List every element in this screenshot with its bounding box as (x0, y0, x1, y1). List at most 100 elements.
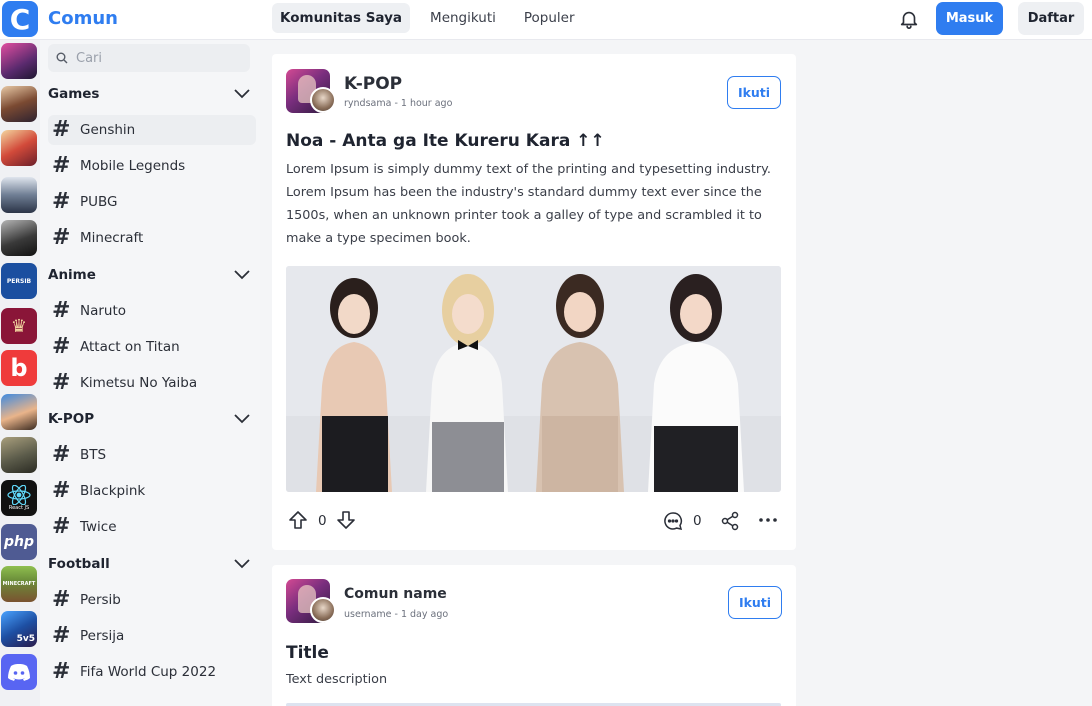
sidebar-item-label: Persib (80, 592, 121, 608)
comment-count: 0 (693, 513, 702, 529)
post-actions: 0 0 (286, 508, 782, 534)
sidebar-item-label: Genshin (80, 122, 136, 138)
sidebar-item-label: Minecraft (80, 230, 144, 246)
b-logo[interactable]: b (1, 350, 37, 386)
community-avatar-10[interactable] (1, 437, 37, 473)
react-logo[interactable]: React JS (1, 480, 37, 516)
sidebar-item-minecraft[interactable]: # Minecraft (48, 223, 256, 253)
comment-icon[interactable] (663, 511, 683, 531)
tab-komunitas-saya[interactable]: Komunitas Saya (272, 3, 411, 33)
search-box (48, 44, 250, 72)
community-avatar[interactable] (286, 69, 336, 113)
minecraft-logo[interactable]: MINECRAFT (1, 566, 37, 602)
login-button[interactable]: Masuk (936, 2, 1003, 35)
community-avatar-9[interactable] (1, 394, 37, 430)
post-meta: username - 1 day ago (344, 609, 449, 620)
sidebar-item-persib[interactable]: # Persib (48, 585, 256, 615)
community-avatar-5[interactable] (1, 220, 37, 256)
signup-button[interactable]: Daftar (1018, 2, 1084, 35)
sidebar-item-label: Blackpink (80, 483, 146, 499)
sidebar-item-fifa-world-cup[interactable]: # Fifa World Cup 2022 (48, 657, 256, 687)
group-title: Football (48, 556, 110, 572)
world-cup-logo[interactable]: ♛ (1, 308, 37, 344)
chevron-down-icon (234, 559, 250, 569)
more-options-icon[interactable] (758, 514, 778, 526)
sidebar-item-genshin[interactable]: # Genshin (48, 115, 256, 145)
community-rail: PERSIB ♛ b React JS php MINECRAFT 5v5 (0, 40, 40, 706)
user-avatar (310, 597, 336, 623)
hash-icon: # (52, 659, 71, 684)
react-icon (7, 485, 31, 505)
persib-logo[interactable]: PERSIB (1, 263, 37, 299)
group-header-kpop[interactable]: K-POP (48, 408, 250, 430)
group-header-football[interactable]: Football (48, 553, 250, 575)
hash-icon: # (52, 225, 71, 250)
hash-icon: # (52, 153, 71, 178)
sidebar-item-mobile-legends[interactable]: # Mobile Legends (48, 151, 256, 181)
tab-mengikuti[interactable]: Mengikuti (422, 3, 504, 33)
sidebar-item-twice[interactable]: # Twice (48, 512, 256, 542)
hash-icon: # (52, 514, 71, 539)
main-nav: Komunitas Saya Mengikuti Populer (272, 3, 583, 33)
brand-name[interactable]: Comun (48, 8, 118, 29)
b-logo-text: b (10, 354, 28, 382)
sidebar-item-naruto[interactable]: # Naruto (48, 296, 256, 326)
post-body: Text description (286, 672, 388, 687)
hash-icon: # (52, 298, 71, 323)
chevron-down-icon (234, 414, 250, 424)
search-input[interactable] (76, 44, 246, 72)
post-title[interactable]: Noa - Anta ga Ite Kureru Kara ↑↑ (286, 131, 605, 151)
discord-logo[interactable] (1, 654, 37, 690)
chevron-down-icon (234, 89, 250, 99)
mobile-legends-logo[interactable]: 5v5 (1, 611, 37, 647)
mobile-legends-logo-text: 5v5 (16, 634, 35, 644)
post-title[interactable]: Title (286, 643, 329, 663)
group-header-games[interactable]: Games (48, 83, 250, 105)
php-logo[interactable]: php (1, 524, 37, 560)
community-name[interactable]: Comun name (344, 586, 447, 602)
community-avatar-2[interactable] (1, 86, 37, 122)
sidebar-item-attack-on-titan[interactable]: # Attact on Titan (48, 332, 256, 362)
post-body: Lorem Ipsum is simply dummy text of the … (286, 162, 771, 246)
share-icon[interactable] (720, 511, 740, 531)
sidebar-item-label: Attact on Titan (80, 339, 180, 355)
hash-icon: # (52, 478, 71, 503)
group-header-anime[interactable]: Anime (48, 264, 250, 286)
sidebar: Games # Genshin # Mobile Legends # PUBG … (40, 40, 260, 706)
group-title: Anime (48, 267, 96, 283)
community-name[interactable]: K-POP (344, 74, 402, 94)
minecraft-logo-text: MINECRAFT (2, 581, 36, 587)
community-avatar[interactable] (286, 579, 336, 623)
persib-logo-text: PERSIB (6, 277, 32, 285)
group-title: Games (48, 86, 100, 102)
sidebar-item-label: Persija (80, 628, 125, 644)
sidebar-item-bts[interactable]: # BTS (48, 440, 256, 470)
app-logo[interactable]: C (2, 1, 38, 37)
hash-icon: # (52, 623, 71, 648)
sidebar-item-label: Mobile Legends (80, 158, 186, 174)
community-avatar-1[interactable] (1, 43, 37, 79)
post-image[interactable] (286, 266, 781, 492)
php-logo-text: php (3, 534, 34, 550)
bell-icon[interactable] (898, 8, 920, 30)
sidebar-item-label: PUBG (80, 194, 118, 210)
tab-populer[interactable]: Populer (516, 3, 583, 33)
follow-button[interactable]: Ikuti (727, 76, 781, 109)
top-bar: C Comun Komunitas Saya Mengikuti Populer… (0, 0, 1092, 40)
downvote-icon[interactable] (336, 510, 356, 530)
post-card: K-POP ryndsama - 1 hour ago Ikuti Noa - … (272, 54, 796, 550)
follow-button[interactable]: Ikuti (728, 586, 782, 619)
hash-icon: # (52, 189, 71, 214)
upvote-icon[interactable] (288, 510, 308, 530)
sidebar-item-blackpink[interactable]: # Blackpink (48, 476, 256, 506)
sidebar-item-kimetsu-no-yaiba[interactable]: # Kimetsu No Yaiba (48, 368, 256, 398)
sidebar-item-pubg[interactable]: # PUBG (48, 187, 256, 217)
community-avatar-3[interactable] (1, 130, 37, 166)
sidebar-item-persija[interactable]: # Persija (48, 621, 256, 651)
hash-icon: # (52, 370, 71, 395)
chevron-down-icon (234, 270, 250, 280)
community-avatar-4[interactable] (1, 177, 37, 213)
user-avatar (310, 87, 336, 113)
sidebar-item-label: Twice (80, 519, 117, 535)
sidebar-item-label: Naruto (80, 303, 127, 319)
